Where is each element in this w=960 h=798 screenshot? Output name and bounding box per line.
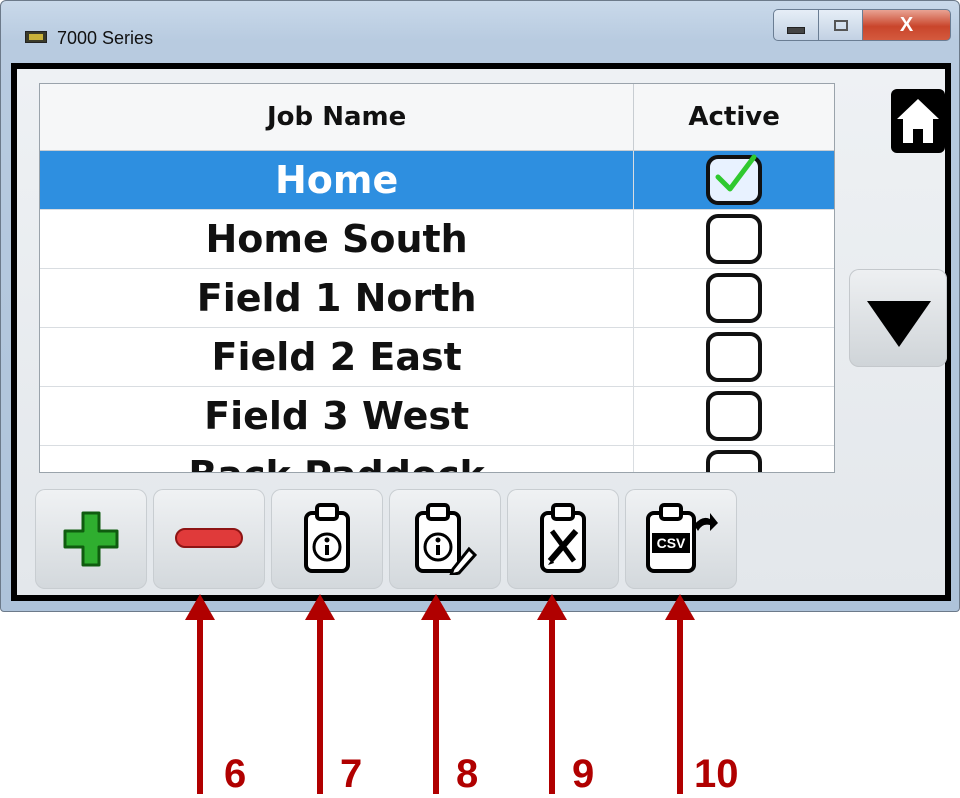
clipboard-tools-icon <box>540 503 586 573</box>
minimize-button[interactable] <box>773 9 819 41</box>
table-row[interactable]: Field 1 North <box>40 269 834 328</box>
job-toolbar: CSV <box>35 489 743 589</box>
title-bar[interactable]: 7000 Series X <box>1 1 959 48</box>
callout-arrow-head <box>421 594 451 620</box>
job-name-cell: Field 1 North <box>40 269 635 327</box>
client-area: Job Name Active Home Home South Field 1 … <box>11 63 951 601</box>
checkmark-icon <box>715 154 757 192</box>
job-info-button[interactable] <box>271 489 383 589</box>
csv-badge: CSV <box>657 535 686 551</box>
active-cell <box>634 210 834 268</box>
table-row[interactable]: Field 3 West <box>40 387 834 446</box>
close-button[interactable]: X <box>863 9 951 41</box>
job-name-cell: Field 2 East <box>40 328 635 386</box>
export-csv-button[interactable]: CSV <box>625 489 737 589</box>
window-controls: X <box>773 9 951 41</box>
active-cell <box>634 328 834 386</box>
add-job-button[interactable] <box>35 489 147 589</box>
clipboard-info-edit-icon <box>415 503 477 575</box>
callout-arrow <box>197 618 203 794</box>
callout-number: 7 <box>340 752 363 796</box>
active-checkbox[interactable] <box>706 450 763 472</box>
active-checkbox[interactable] <box>706 332 763 382</box>
app-icon <box>25 31 47 43</box>
clipboard-csv-export-icon: CSV <box>646 503 718 573</box>
home-button[interactable] <box>891 89 945 153</box>
table-row[interactable]: Home South <box>40 210 834 269</box>
active-cell <box>634 151 834 209</box>
active-checkbox[interactable] <box>706 214 763 264</box>
callout-number: 8 <box>456 752 479 796</box>
job-name-cell: Field 3 West <box>40 387 635 445</box>
scroll-down-button[interactable] <box>849 269 947 367</box>
active-cell <box>634 387 834 445</box>
active-checkbox[interactable] <box>706 154 763 205</box>
clipboard-info-icon <box>304 503 350 573</box>
job-name-cell: Home South <box>40 210 635 268</box>
minimize-icon <box>787 26 805 34</box>
job-name-cell: Back Paddock <box>40 446 635 472</box>
job-name-cell: Home <box>40 151 635 209</box>
table-row[interactable]: Back Paddock <box>40 446 834 472</box>
active-cell <box>634 269 834 327</box>
callout-arrow <box>317 618 323 794</box>
callout-arrow <box>549 618 555 794</box>
minus-icon <box>175 528 243 548</box>
table-header: Job Name Active <box>40 84 834 151</box>
callout-arrow <box>433 618 439 794</box>
column-header-active[interactable]: Active <box>634 84 834 150</box>
plus-icon <box>63 511 119 567</box>
callout-number: 6 <box>224 752 247 796</box>
window-title: 7000 Series <box>57 28 154 48</box>
delete-job-button[interactable] <box>153 489 265 589</box>
callout-arrow-head <box>305 594 335 620</box>
table-row[interactable]: Home <box>40 151 834 210</box>
table-row[interactable]: Field 2 East <box>40 328 834 387</box>
active-checkbox[interactable] <box>706 273 763 323</box>
jobs-table: Job Name Active Home Home South Field 1 … <box>39 83 835 473</box>
callout-number: 10 <box>694 752 739 796</box>
callout-number: 9 <box>572 752 595 796</box>
callout-arrow-head <box>665 594 695 620</box>
callout-arrow <box>677 618 683 794</box>
home-icon <box>891 89 945 153</box>
active-checkbox[interactable] <box>706 391 763 441</box>
edit-job-info-button[interactable] <box>389 489 501 589</box>
job-tools-button[interactable] <box>507 489 619 589</box>
maximize-button[interactable] <box>819 9 863 41</box>
app-window: 7000 Series X Job Name Active Home Home … <box>0 0 960 612</box>
callout-arrow-head <box>185 594 215 620</box>
callout-arrow-head <box>537 594 567 620</box>
column-header-job-name[interactable]: Job Name <box>40 84 635 150</box>
jobs-panel: Job Name Active Home Home South Field 1 … <box>17 69 947 595</box>
close-icon: X <box>899 13 914 36</box>
active-cell <box>634 446 834 472</box>
maximize-icon <box>833 19 848 31</box>
